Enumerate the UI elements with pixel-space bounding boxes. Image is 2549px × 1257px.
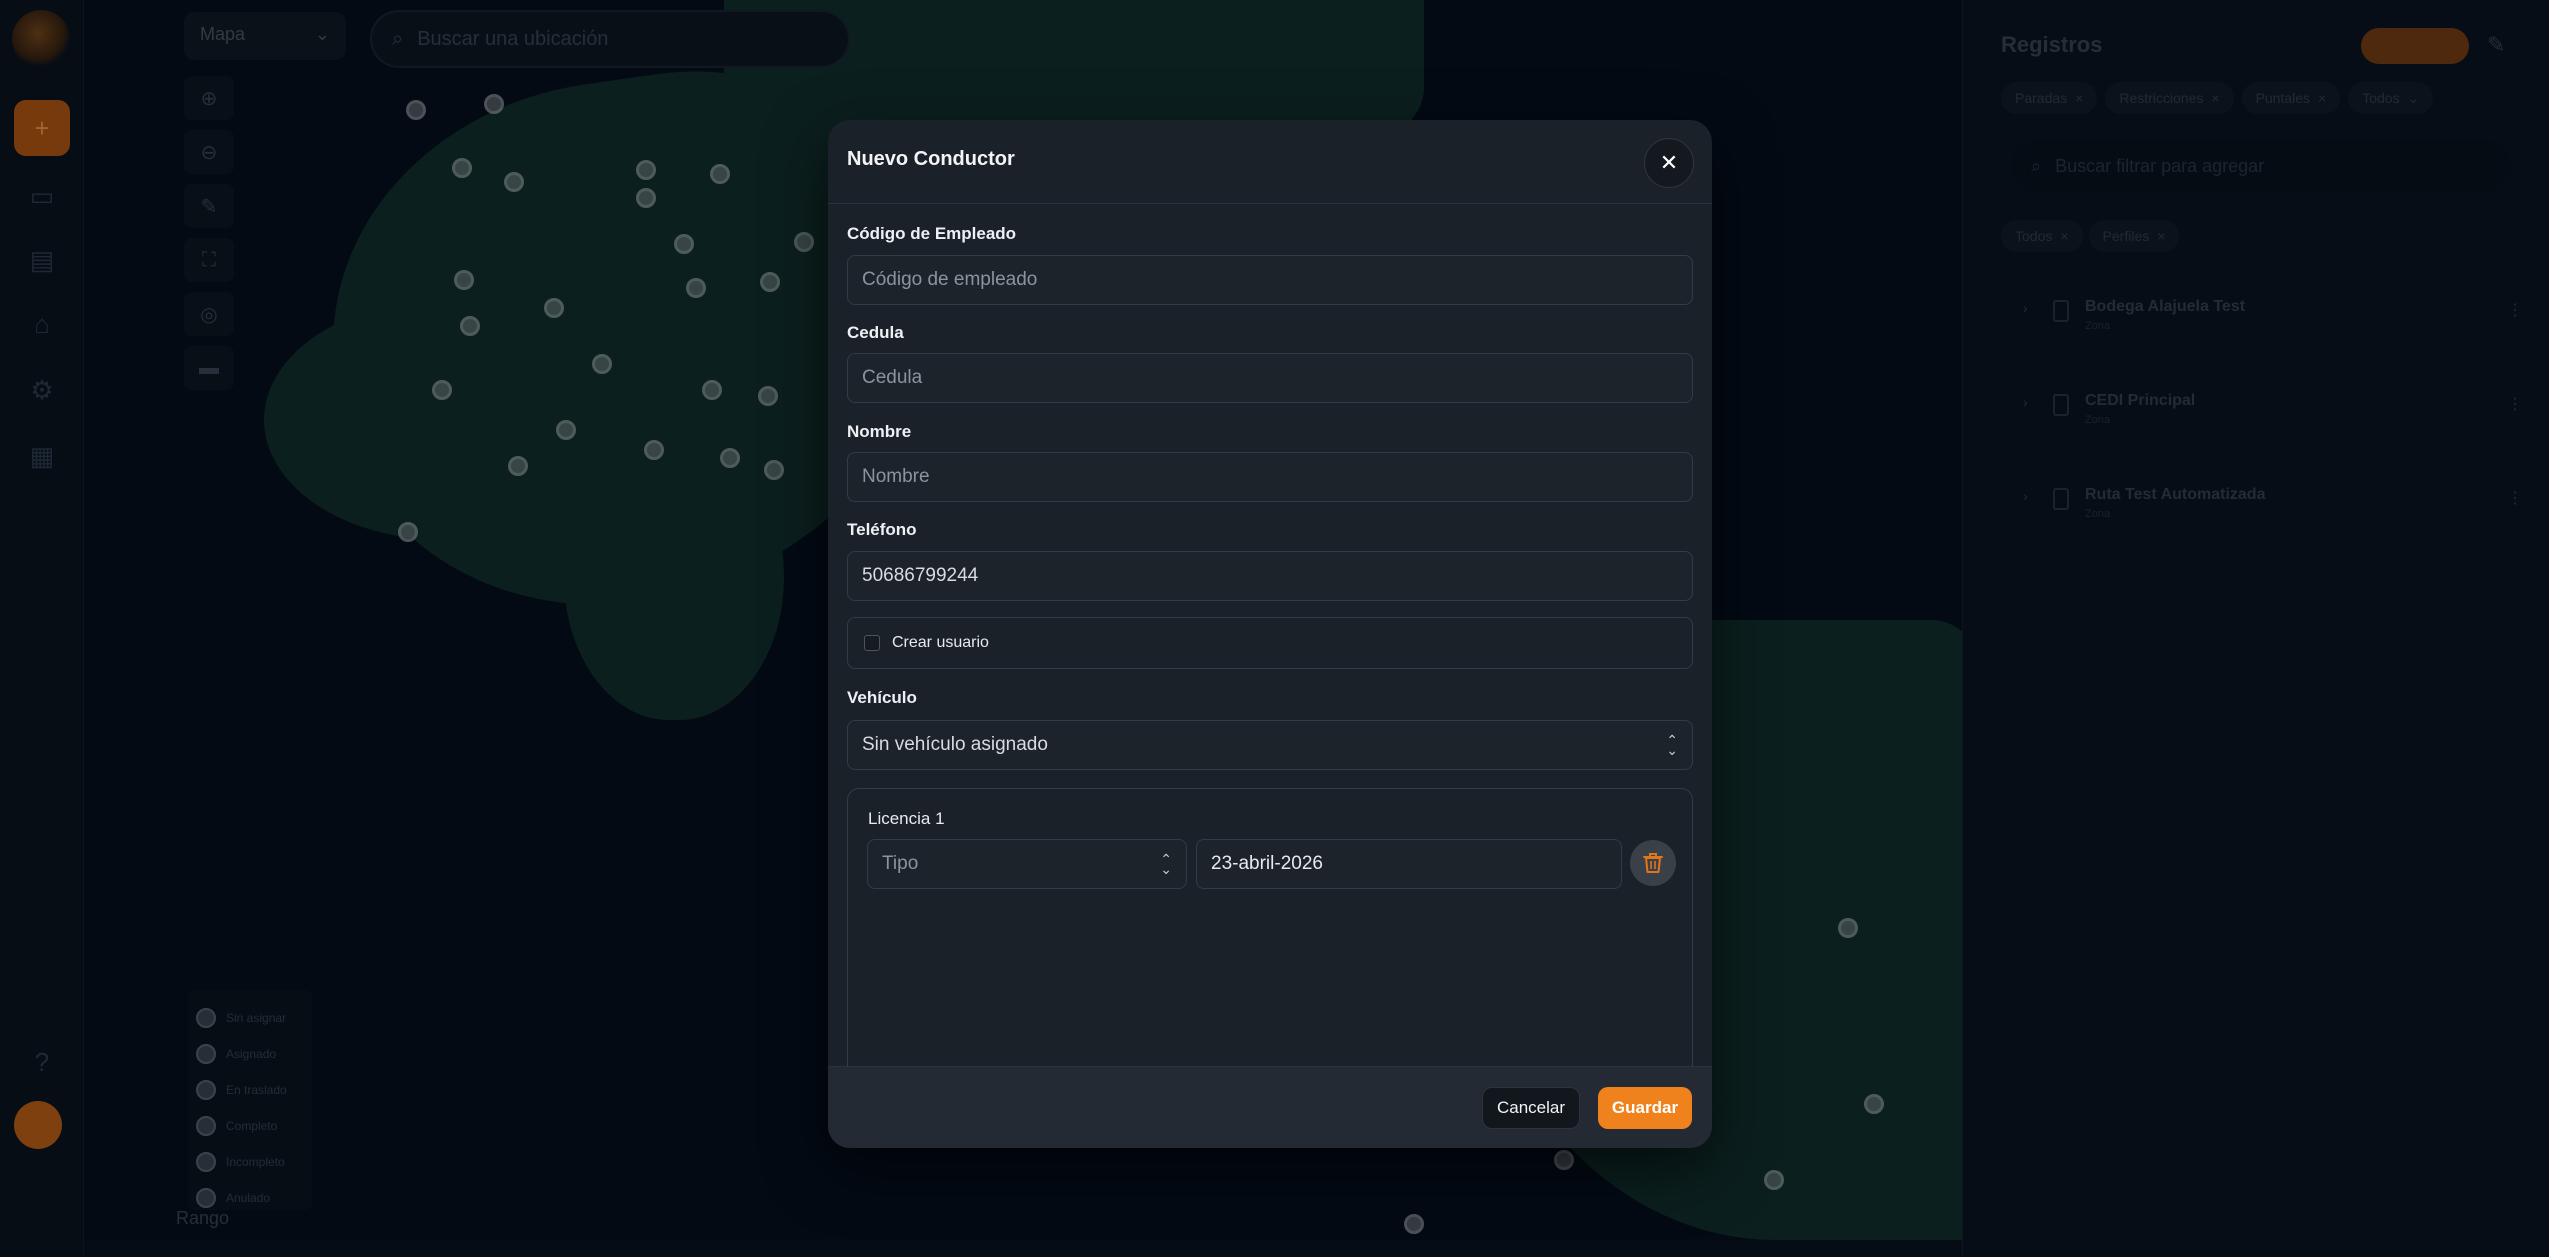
modal-title: Nuevo Conductor [847, 148, 1015, 170]
cedula-input[interactable]: Cedula [847, 353, 1693, 403]
save-button[interactable]: Guardar [1598, 1087, 1692, 1129]
nombre-input[interactable]: Nombre [847, 452, 1693, 502]
cedula-placeholder: Cedula [862, 367, 923, 388]
telefono-label: Teléfono [847, 520, 917, 539]
cedula-label: Cedula [847, 323, 904, 342]
license-title: Licencia 1 [868, 809, 945, 828]
nombre-placeholder: Nombre [862, 466, 930, 487]
license-type-placeholder: Tipo [882, 853, 919, 874]
chevron-up-down-icon: ⌃ ⌄ [1666, 732, 1678, 758]
new-driver-modal: Nuevo Conductor ✕ Código de Empleado Cód… [828, 120, 1712, 1148]
app-root: + ▭ ▤ ⌂ ⚙ ▦ ? Mapa ⌄ ⌕ Buscar una ubicac… [0, 0, 2549, 1257]
modal-footer: Cancelar Guardar [828, 1066, 1712, 1148]
close-button[interactable]: ✕ [1644, 138, 1694, 188]
cancel-button[interactable]: Cancelar [1482, 1087, 1580, 1129]
nombre-label: Nombre [847, 422, 912, 441]
telefono-value: 50686799244 [862, 565, 979, 586]
delete-license-button[interactable] [1630, 840, 1676, 886]
employee-code-placeholder: Código de empleado [862, 269, 1038, 290]
license-expiry-date-value: 23-abril-2026 [1211, 853, 1323, 874]
telefono-input[interactable]: 50686799244 [847, 551, 1693, 601]
vehicle-select[interactable]: Sin vehículo asignado ⌃ ⌄ [847, 720, 1693, 770]
license-expiry-date-input[interactable]: 23-abril-2026 [1196, 839, 1622, 889]
license-card: Licencia 1 Tipo ⌃ ⌄ 23-abril-2026 [847, 788, 1693, 1078]
create-user-label: Crear usuario [892, 634, 989, 651]
employee-code-label: Código de Empleado [847, 224, 1017, 243]
vehicle-label: Vehículo [847, 688, 917, 707]
create-user-checkbox[interactable] [864, 635, 880, 651]
close-icon: ✕ [1659, 150, 1679, 175]
create-user-row[interactable]: Crear usuario [847, 617, 1693, 669]
modal-header: Nuevo Conductor ✕ [828, 120, 1712, 204]
license-type-select[interactable]: Tipo ⌃ ⌄ [867, 839, 1187, 889]
trash-icon [1643, 853, 1663, 873]
chevron-up-down-icon: ⌃ ⌄ [1160, 851, 1172, 877]
employee-code-input[interactable]: Código de empleado [847, 255, 1693, 305]
vehicle-select-value: Sin vehículo asignado [862, 734, 1048, 755]
